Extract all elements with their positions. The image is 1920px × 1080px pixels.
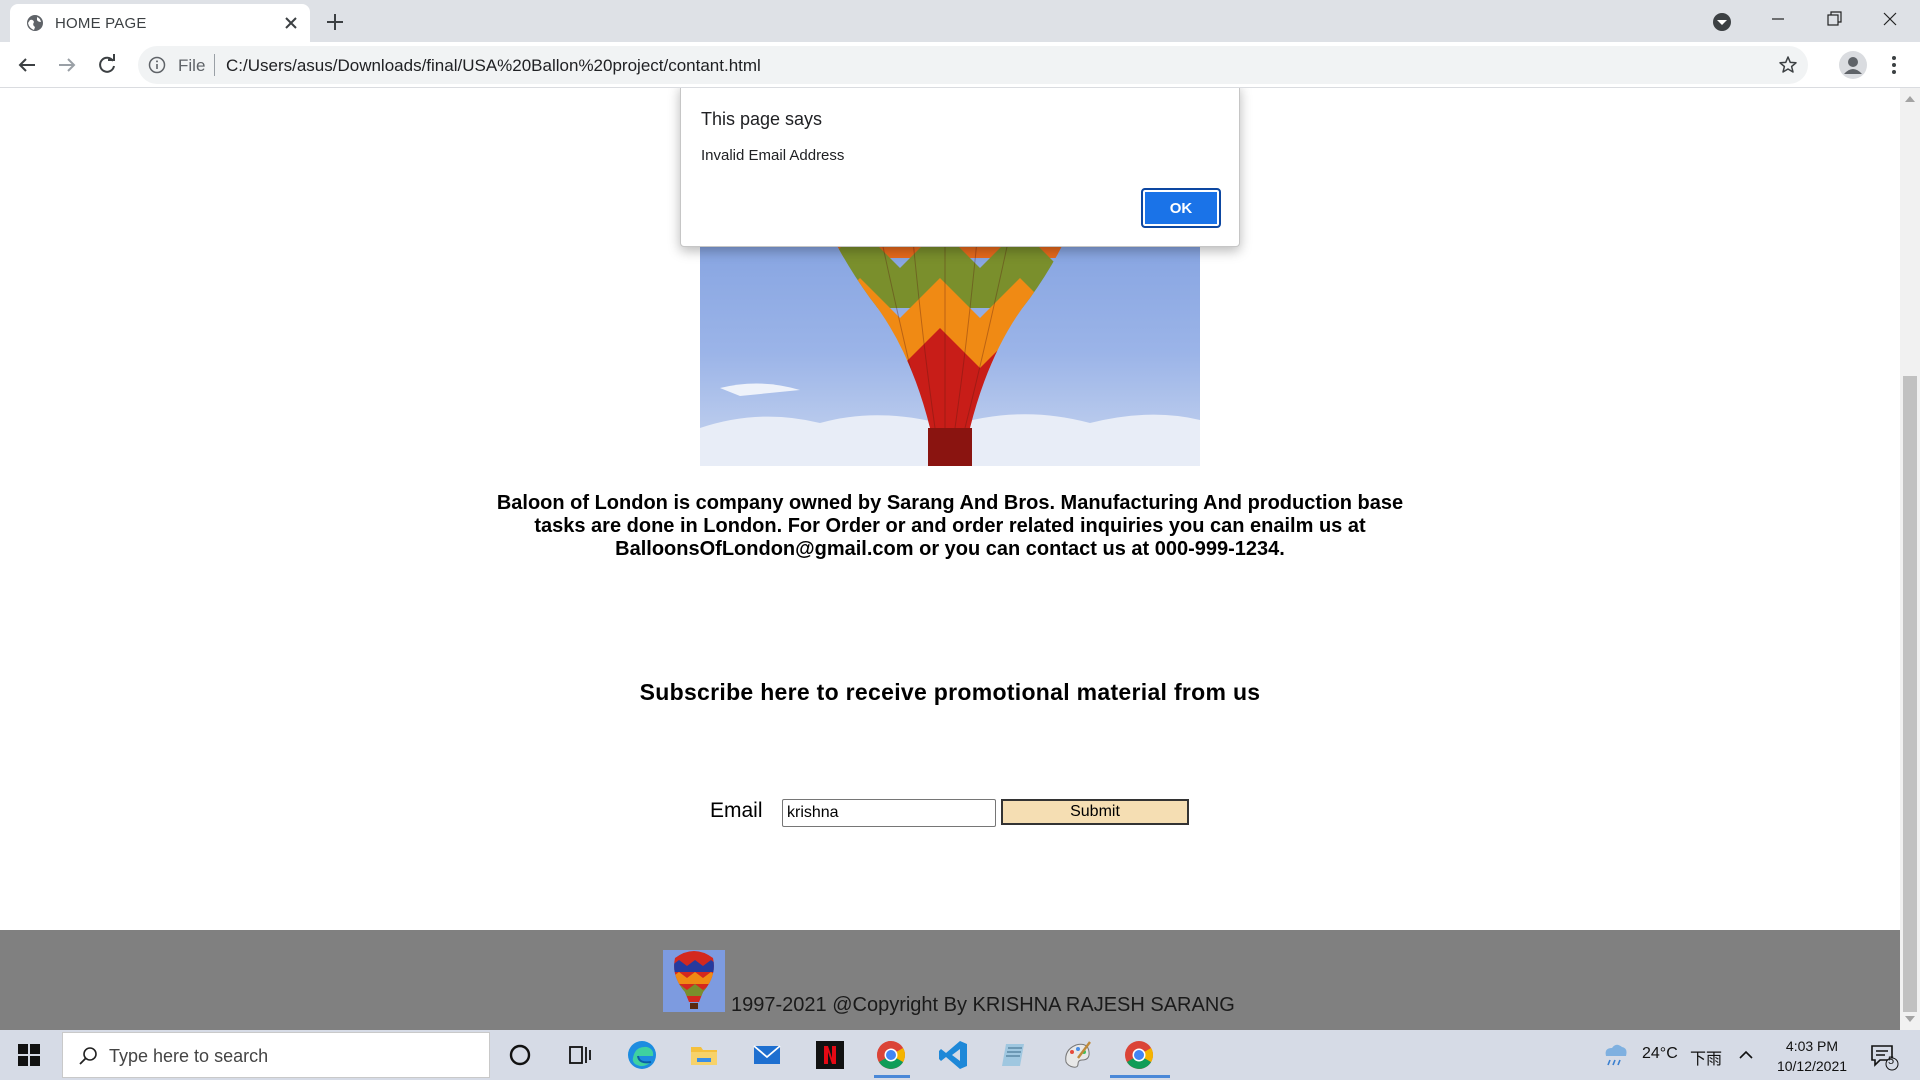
url-separator — [214, 54, 215, 76]
tab-home-page[interactable]: HOME PAGE — [10, 4, 310, 42]
about-company-text: Baloon of London is company owned by Sar… — [496, 492, 1404, 560]
balloon-logo-image — [663, 950, 725, 1012]
address-bar[interactable]: File C:/Users/asus/Downloads/final/USA%2… — [138, 46, 1808, 84]
ok-button[interactable]: OK — [1141, 188, 1221, 228]
windows-start-icon[interactable] — [18, 1044, 40, 1066]
tab-strip: HOME PAGE — [0, 0, 1920, 42]
notification-count: 5 — [1888, 1055, 1895, 1067]
scroll-up-icon[interactable] — [1905, 96, 1915, 102]
browser-toolbar: File C:/Users/asus/Downloads/final/USA%2… — [0, 42, 1920, 88]
file-explorer-icon[interactable] — [687, 1038, 721, 1072]
system-clock[interactable]: 4:03 PM 10/12/2021 — [1760, 1036, 1864, 1076]
notepad-app-icon[interactable] — [998, 1038, 1032, 1072]
vscode-icon[interactable] — [936, 1038, 970, 1072]
chrome-active-icon[interactable] — [1122, 1038, 1156, 1072]
copyright-text: 1997-2021 @Copyright By KRISHNA RAJESH S… — [731, 994, 1235, 1016]
cortana-icon[interactable] — [503, 1038, 537, 1072]
back-icon[interactable] — [13, 51, 41, 79]
clock-time: 4:03 PM — [1785, 1038, 1839, 1054]
edge-browser-icon[interactable] — [625, 1038, 659, 1072]
chevron-up-icon[interactable] — [1736, 1038, 1756, 1072]
submit-button[interactable]: Submit — [1001, 799, 1189, 825]
weather-rain-icon[interactable] — [1598, 1038, 1632, 1072]
chrome-running-indicator — [874, 1075, 910, 1078]
url-text[interactable]: C:/Users/asus/Downloads/final/USA%20Ball… — [226, 56, 761, 76]
paint-app-icon[interactable] — [1060, 1038, 1094, 1072]
notification-center-icon[interactable] — [1866, 1038, 1900, 1072]
tab-title: HOME PAGE — [55, 15, 147, 32]
new-tab-icon[interactable] — [322, 9, 348, 35]
globe-icon — [27, 15, 43, 31]
close-tab-icon[interactable] — [280, 12, 302, 34]
windows-taskbar: Type here to search 24°C 下雨 4:03 PM 10/1… — [0, 1030, 1920, 1080]
dialog-message: Invalid Email Address — [701, 147, 845, 164]
search-icon — [79, 1047, 97, 1065]
weather-description[interactable]: 下雨 — [1690, 1045, 1722, 1069]
restore-icon[interactable] — [1806, 0, 1862, 38]
dialog-title: This page says — [701, 109, 823, 129]
footer: 1997-2021 @Copyright By KRISHNA RAJESH S… — [0, 930, 1900, 1030]
email-input[interactable] — [782, 799, 996, 827]
page-content: Baloon of London is company owned by Sar… — [0, 88, 1900, 1030]
search-placeholder: Type here to search — [109, 1046, 269, 1066]
email-label: Email — [710, 799, 763, 822]
clock-date: 10/12/2021 — [1776, 1058, 1848, 1074]
forward-icon[interactable] — [53, 51, 81, 79]
tab-search-icon[interactable] — [1710, 10, 1734, 34]
scroll-down-icon[interactable] — [1905, 1016, 1915, 1022]
info-icon[interactable] — [148, 56, 166, 74]
chrome-icon[interactable] — [874, 1038, 908, 1072]
vertical-scrollbar[interactable] — [1900, 88, 1920, 1030]
url-scheme: File — [178, 56, 206, 75]
weather-temperature[interactable]: 24°C — [1642, 1045, 1678, 1063]
minimize-icon[interactable] — [1750, 0, 1806, 38]
task-view-icon[interactable] — [563, 1038, 597, 1072]
netflix-icon[interactable] — [813, 1038, 847, 1072]
taskbar-search-box[interactable]: Type here to search — [62, 1032, 490, 1078]
menu-kebab-icon[interactable] — [1884, 52, 1904, 78]
chrome-active-indicator — [1110, 1075, 1170, 1078]
bookmark-star-icon[interactable] — [1778, 55, 1798, 75]
reload-icon[interactable] — [93, 51, 121, 79]
scroll-thumb[interactable] — [1903, 376, 1917, 1012]
close-window-icon[interactable] — [1862, 0, 1918, 38]
alert-dialog: This page says Invalid Email Address OK — [680, 88, 1240, 247]
subscribe-heading: Subscribe here to receive promotional ma… — [639, 679, 1261, 705]
profile-avatar-icon[interactable] — [1838, 50, 1868, 80]
mail-icon[interactable] — [750, 1038, 784, 1072]
